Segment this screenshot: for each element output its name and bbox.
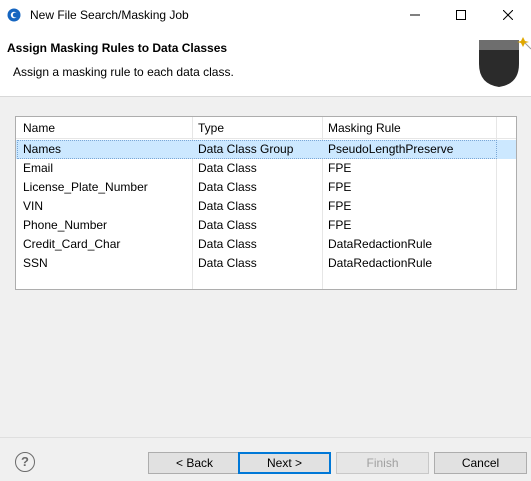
next-button[interactable]: Next > — [238, 452, 331, 474]
row-masking-rule[interactable]: FPE — [328, 218, 351, 232]
maximize-button[interactable] — [438, 0, 484, 30]
table-header: Name Type Masking Rule — [16, 117, 516, 138]
wizard-banner: Assign Masking Rules to Data Classes Ass… — [0, 30, 531, 97]
table-row[interactable]: License_Plate_Number Data Class FPE — [16, 178, 516, 197]
row-masking-rule[interactable]: FPE — [328, 161, 351, 175]
row-masking-rule[interactable]: DataRedactionRule — [328, 256, 432, 270]
header-divider — [16, 138, 516, 139]
row-type: Data Class Group — [198, 142, 294, 156]
row-type: Data Class — [198, 180, 257, 194]
help-button[interactable]: ? — [15, 452, 35, 472]
row-name: Credit_Card_Char — [23, 237, 121, 251]
row-type: Data Class — [198, 256, 257, 270]
cancel-button[interactable]: Cancel — [434, 452, 527, 474]
row-type: Data Class — [198, 218, 257, 232]
page-title: Assign Masking Rules to Data Classes — [7, 41, 228, 55]
table-row[interactable]: Email Data Class FPE — [16, 159, 516, 178]
row-masking-rule[interactable]: DataRedactionRule — [328, 237, 432, 251]
row-name: Names — [23, 142, 62, 156]
row-name: License_Plate_Number — [23, 180, 148, 194]
footer-divider — [0, 437, 531, 438]
row-name: SSN — [23, 256, 48, 270]
row-masking-rule[interactable]: FPE — [328, 180, 351, 194]
close-icon — [503, 10, 513, 20]
table-row[interactable]: SSN Data Class DataRedactionRule — [16, 254, 516, 273]
row-name: Phone_Number — [23, 218, 108, 232]
mask-shield-icon — [476, 37, 531, 91]
column-header-name[interactable]: Name — [23, 121, 55, 135]
close-button[interactable] — [485, 0, 531, 30]
table-row[interactable]: Credit_Card_Char Data Class DataRedactio… — [16, 235, 516, 254]
page-description: Assign a masking rule to each data class… — [13, 65, 234, 79]
row-type: Data Class — [198, 161, 257, 175]
column-header-masking-rule[interactable]: Masking Rule — [328, 121, 401, 135]
table-row[interactable]: Names Data Class Group PseudoLengthPrese… — [16, 140, 516, 159]
app-icon — [7, 8, 21, 22]
row-name: Email — [23, 161, 54, 175]
minimize-button[interactable] — [392, 0, 438, 30]
window-title: New File Search/Masking Job — [30, 8, 189, 22]
minimize-icon — [410, 14, 420, 16]
row-masking-rule[interactable]: FPE — [328, 199, 351, 213]
masking-rules-table[interactable]: Name Type Masking Rule Names Data Class … — [15, 116, 517, 290]
maximize-icon — [456, 10, 466, 20]
table-row[interactable]: VIN Data Class FPE — [16, 197, 516, 216]
back-button[interactable]: < Back — [148, 452, 241, 474]
column-header-type[interactable]: Type — [198, 121, 224, 135]
table-row[interactable]: Phone_Number Data Class FPE — [16, 216, 516, 235]
row-type: Data Class — [198, 237, 257, 251]
row-masking-rule[interactable]: PseudoLengthPreserve — [328, 142, 453, 156]
row-name: VIN — [23, 199, 44, 213]
title-bar: New File Search/Masking Job — [0, 0, 531, 30]
row-type: Data Class — [198, 199, 257, 213]
finish-button: Finish — [336, 452, 429, 474]
